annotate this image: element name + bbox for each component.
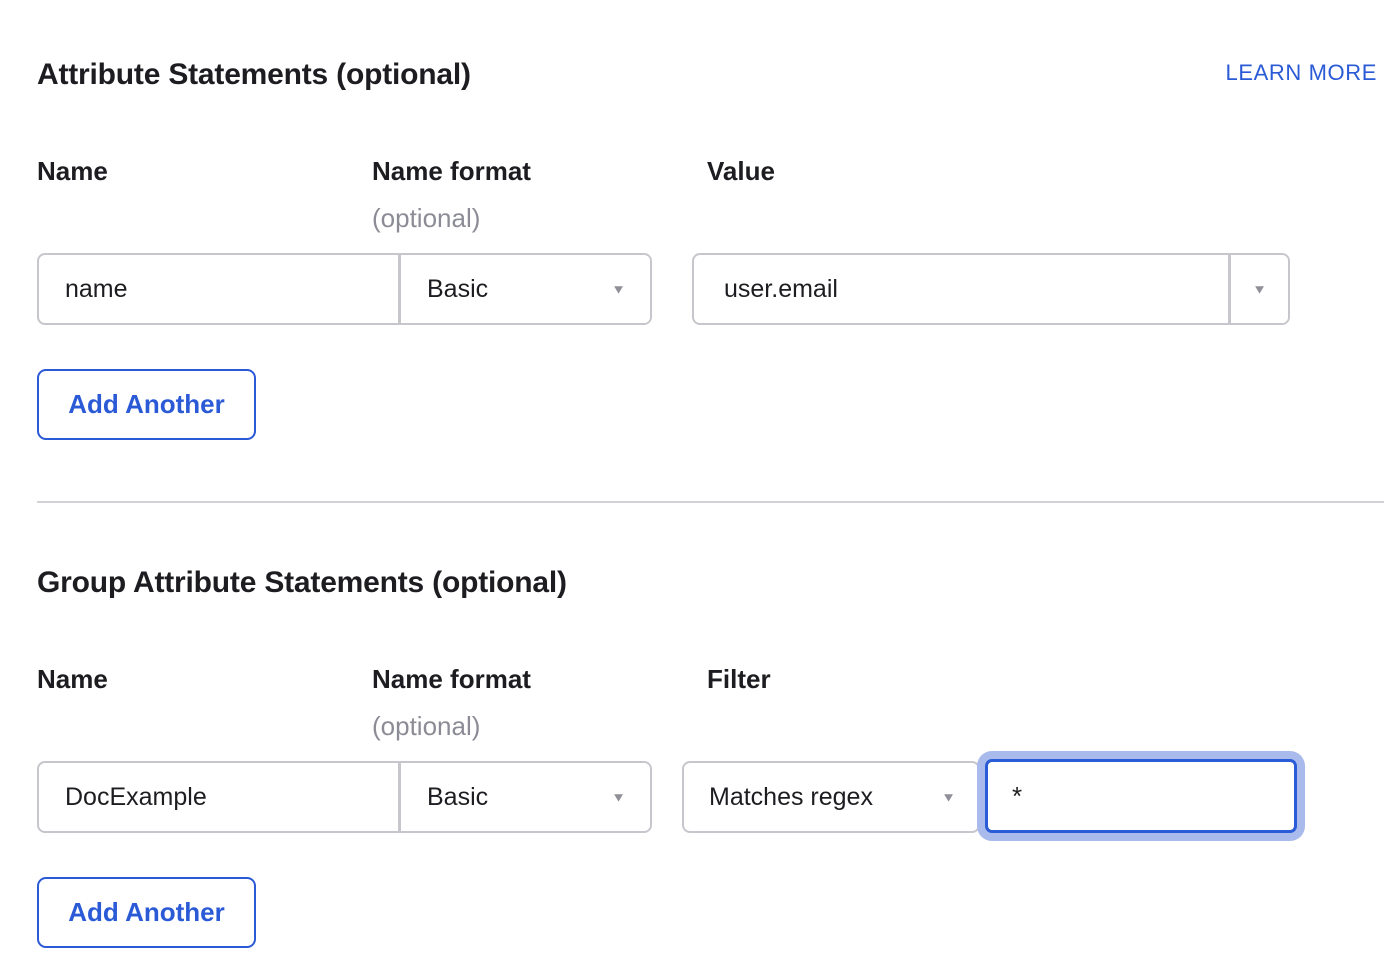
group-name-group: Basic ▼: [37, 761, 652, 833]
group-name-field-wrap: [39, 763, 398, 831]
group-add-another-button[interactable]: Add Another: [37, 877, 256, 948]
group-name-column-label: Name: [37, 664, 108, 695]
group-name-format-selected-value: Basic: [427, 783, 488, 812]
attribute-value-dropdown-toggle[interactable]: ▼: [1228, 255, 1288, 323]
section-divider: [37, 501, 1384, 503]
chevron-down-icon: ▼: [611, 283, 626, 296]
attribute-value-group: ▼: [692, 253, 1290, 325]
group-filter-value-input[interactable]: [988, 762, 1294, 830]
attr-name-format-column-label: Name format: [372, 156, 531, 187]
learn-more-link[interactable]: LEARN MORE: [1226, 60, 1377, 86]
attribute-value-input[interactable]: [694, 255, 1228, 323]
attribute-name-format-select[interactable]: Basic ▼: [398, 255, 650, 323]
chevron-down-icon: ▼: [941, 791, 956, 804]
group-name-input[interactable]: [39, 763, 398, 831]
group-name-format-select[interactable]: Basic ▼: [398, 763, 650, 831]
attribute-name-group: Basic ▼: [37, 253, 652, 325]
chevron-down-icon: ▼: [1252, 283, 1267, 296]
group-name-format-optional-note: (optional): [372, 711, 480, 742]
attribute-name-input[interactable]: [39, 255, 398, 323]
chevron-down-icon: ▼: [611, 791, 626, 804]
group-filter-value-field-wrap: [985, 759, 1297, 833]
attribute-name-field-wrap: [39, 255, 398, 323]
attr-name-format-optional-note: (optional): [372, 203, 480, 234]
group-filter-type-selected-value: Matches regex: [709, 783, 873, 812]
group-filter-column-label: Filter: [707, 664, 771, 695]
attr-name-column-label: Name: [37, 156, 108, 187]
group-name-format-column-label: Name format: [372, 664, 531, 695]
attribute-statements-title: Attribute Statements (optional): [37, 58, 471, 92]
group-attribute-statements-title: Group Attribute Statements (optional): [37, 566, 567, 600]
attr-value-column-label: Value: [707, 156, 775, 187]
attribute-add-another-button[interactable]: Add Another: [37, 369, 256, 440]
attribute-name-format-selected-value: Basic: [427, 275, 488, 304]
group-filter-type-select[interactable]: Matches regex ▼: [682, 761, 980, 833]
attribute-value-field-wrap: [694, 255, 1228, 323]
